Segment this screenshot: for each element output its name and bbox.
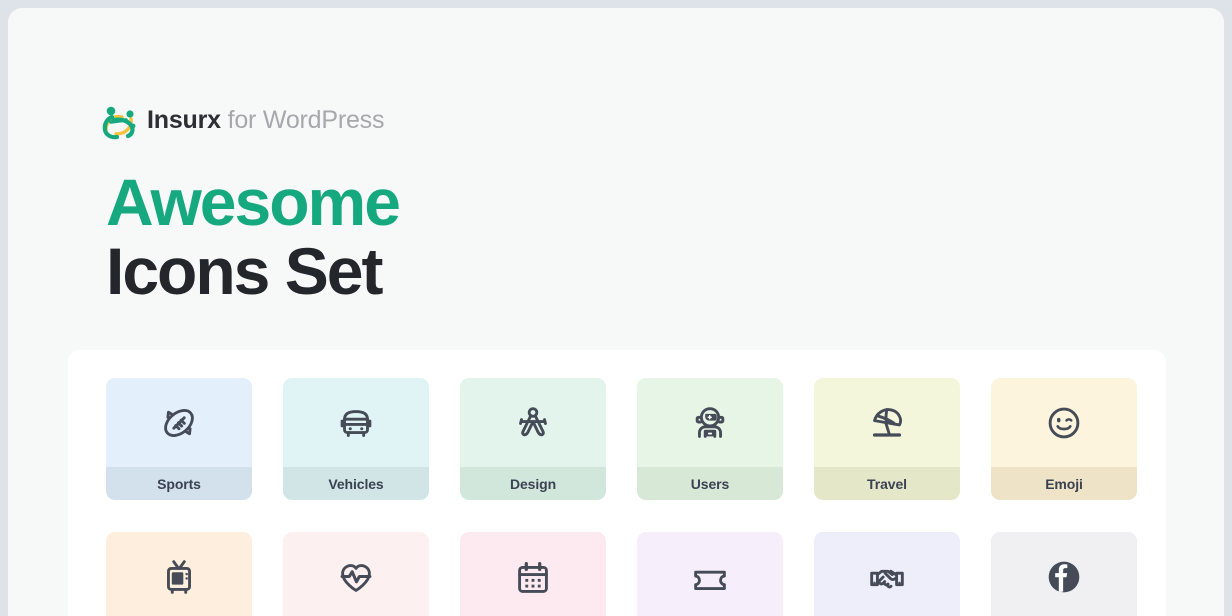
compass-divider-icon xyxy=(460,378,606,467)
icon-card-grid: Sports Vehicles Design Users Travel Emoji xyxy=(106,378,1137,616)
brand-lockup: Insurx for WordPress xyxy=(100,98,384,142)
icon-card[interactable]: Sports xyxy=(106,378,252,500)
insurx-logo-mark-icon xyxy=(102,106,136,140)
ticket-icon xyxy=(637,532,783,616)
icon-card[interactable] xyxy=(106,532,252,616)
wink-smiley-icon xyxy=(991,378,1137,467)
icon-card-label: Sports xyxy=(106,467,252,500)
icon-card[interactable]: Emoji xyxy=(991,378,1137,500)
page-title: Awesome Icons Set xyxy=(106,165,401,308)
brand-text: Insurx for WordPress xyxy=(147,105,385,134)
retro-tv-icon xyxy=(106,532,252,616)
screen: Insurx for WordPress Awesome Icons Set S… xyxy=(0,0,1232,616)
icon-card-label: Vehicles xyxy=(283,467,429,500)
icon-card[interactable]: Travel xyxy=(814,378,960,500)
facebook-icon xyxy=(991,532,1137,616)
beach-umbrella-icon xyxy=(814,378,960,467)
page-card: Insurx for WordPress Awesome Icons Set S… xyxy=(8,8,1224,616)
icon-card[interactable]: Users xyxy=(637,378,783,500)
icon-card[interactable] xyxy=(637,532,783,616)
icon-card[interactable] xyxy=(283,532,429,616)
icon-card[interactable]: Vehicles xyxy=(283,378,429,500)
calendar-icon xyxy=(460,532,606,616)
brand-name: Insurx xyxy=(147,105,221,134)
icon-card[interactable] xyxy=(814,532,960,616)
brand-suffix: for WordPress xyxy=(220,105,385,134)
astronaut-user-icon xyxy=(637,378,783,467)
icon-set-panel: Sports Vehicles Design Users Travel Emoji xyxy=(68,350,1166,616)
icon-card-label: Emoji xyxy=(991,467,1137,500)
handshake-icon xyxy=(814,532,960,616)
icon-card[interactable]: Design xyxy=(460,378,606,500)
page-title-line-2: Icons Set xyxy=(106,233,383,308)
icon-card[interactable] xyxy=(991,532,1137,616)
icon-card-label: Design xyxy=(460,467,606,500)
icon-card-label: Users xyxy=(637,467,783,500)
football-icon xyxy=(106,378,252,467)
icon-card[interactable] xyxy=(460,532,606,616)
bus-icon xyxy=(283,378,429,467)
heart-pulse-icon xyxy=(283,532,429,616)
icon-card-label: Travel xyxy=(814,467,960,500)
page-title-line-1: Awesome xyxy=(106,165,401,239)
